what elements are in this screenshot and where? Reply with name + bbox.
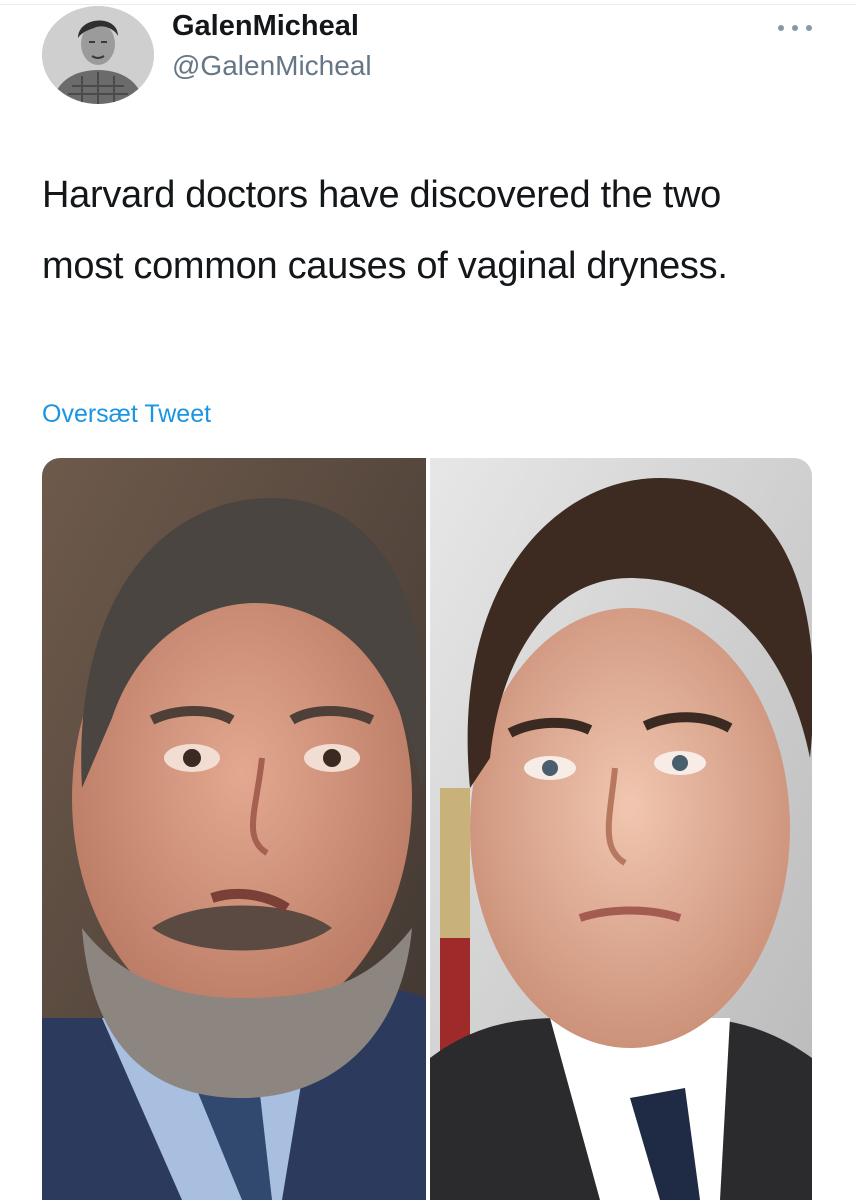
portrait-photo-left [42, 458, 426, 1200]
top-divider [0, 4, 856, 5]
author-handle[interactable]: @GalenMicheal [172, 50, 372, 82]
more-dots-icon [778, 25, 784, 31]
more-dots-icon [806, 25, 812, 31]
translate-tweet-link[interactable]: Oversæt Tweet [42, 400, 211, 429]
photo-left[interactable] [42, 458, 426, 1200]
more-dots-icon [792, 25, 798, 31]
author-display-name[interactable]: GalenMicheal [172, 10, 359, 43]
portrait-photo-right [430, 458, 812, 1200]
tweet-text: Harvard doctors have discovered the two … [42, 174, 728, 287]
tweet-media[interactable] [42, 458, 812, 1200]
photo-right[interactable] [430, 458, 812, 1200]
avatar-photo [42, 6, 154, 104]
more-options-button[interactable] [778, 18, 812, 38]
avatar[interactable] [42, 6, 154, 104]
